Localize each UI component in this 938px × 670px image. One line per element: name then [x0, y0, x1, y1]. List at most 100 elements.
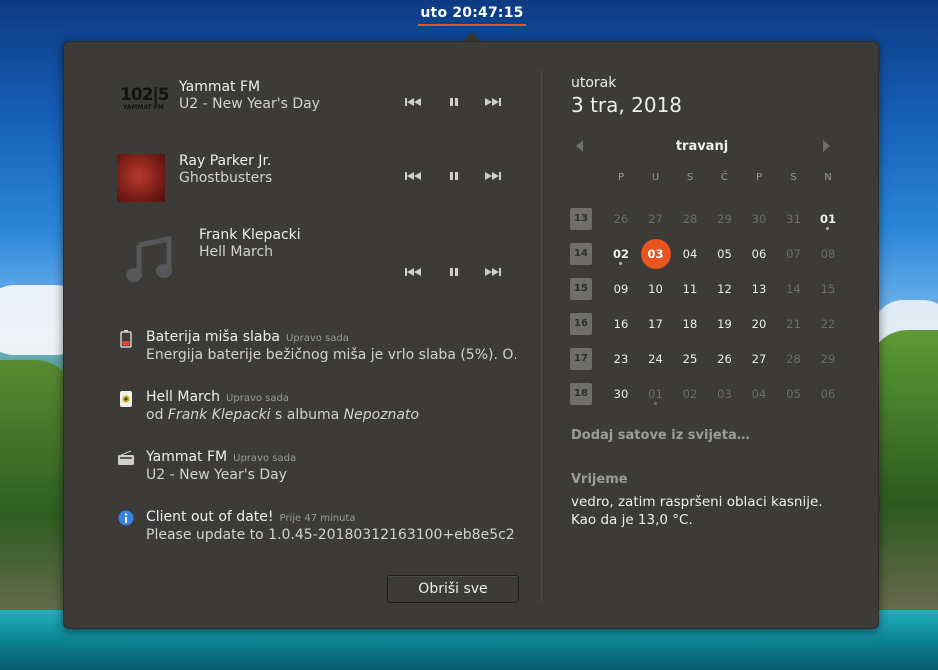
player-subtitle: Ghostbusters [179, 170, 273, 186]
calendar-day[interactable]: 09 [604, 272, 638, 306]
weekday-header: Č [721, 172, 728, 183]
calendar-day[interactable]: 28 [777, 342, 811, 376]
calendar-day[interactable]: 02 [604, 237, 638, 271]
calendar-day[interactable]: 04 [742, 377, 776, 411]
week-number[interactable]: 13 [570, 208, 592, 230]
calendar-day-number: 13 [751, 282, 767, 296]
notification-time: Upravo sada [226, 393, 289, 404]
pause-icon[interactable] [445, 95, 463, 109]
calendar-day[interactable]: 05 [777, 377, 811, 411]
week-number[interactable]: 17 [570, 348, 592, 370]
player-title: Yammat FM [179, 79, 261, 95]
next-track-icon[interactable] [484, 169, 502, 183]
calendar-day[interactable]: 27 [639, 202, 673, 236]
calendar-day-number: 06 [751, 247, 767, 261]
previous-track-icon[interactable] [404, 265, 422, 279]
calendar-day[interactable]: 11 [673, 272, 707, 306]
calendar-day[interactable]: 18 [673, 307, 707, 341]
calendar-day[interactable]: 29 [708, 202, 742, 236]
logo-number: 102|5 [120, 85, 170, 105]
notification-body: Please update to 1.0.45-20180312163100+e… [146, 527, 516, 543]
add-world-clocks-button[interactable]: Dodaj satove iz svijeta… [571, 428, 750, 443]
clock-button[interactable]: uto 20:47:15 [418, 5, 526, 25]
calendar-day[interactable]: 05 [708, 237, 742, 271]
media-player-ghostbusters[interactable]: Ray Parker Jr. Ghostbusters [114, 151, 514, 202]
player-controls [404, 95, 514, 111]
calendar-day-today[interactable]: 03 [640, 239, 671, 269]
calendar-day[interactable]: 03 [708, 377, 742, 411]
calendar-day-number: 08 [820, 247, 836, 261]
weekday-header: N [824, 172, 832, 183]
calendar-month-label: travanj [675, 139, 729, 154]
calendar-day-number: 30 [751, 212, 767, 226]
calendar-day[interactable]: 22 [811, 307, 845, 341]
calendar-day[interactable]: 15 [811, 272, 845, 306]
calendar-day[interactable]: 13 [742, 272, 776, 306]
calendar-day[interactable]: 26 [708, 342, 742, 376]
calendar-day[interactable]: 14 [777, 272, 811, 306]
calendar-day[interactable]: 08 [811, 237, 845, 271]
calendar-day[interactable]: 12 [708, 272, 742, 306]
week-number[interactable]: 15 [570, 278, 592, 300]
clear-all-button[interactable]: Obriši sve [387, 575, 519, 603]
next-track-icon[interactable] [484, 265, 502, 279]
calendar-day[interactable]: 27 [742, 342, 776, 376]
calendar-day-number: 29 [820, 352, 836, 366]
week-number[interactable]: 14 [570, 243, 592, 265]
week-number[interactable]: 18 [570, 383, 592, 405]
calendar-day-number: 02 [682, 387, 698, 401]
calendar-day[interactable]: 16 [604, 307, 638, 341]
calendar-day-number: 31 [786, 212, 801, 226]
pause-icon[interactable] [445, 265, 463, 279]
calendar-day[interactable]: 06 [811, 377, 845, 411]
calendar-day[interactable]: 06 [742, 237, 776, 271]
calendar-day[interactable]: 30 [604, 377, 638, 411]
calendar-day[interactable]: 19 [708, 307, 742, 341]
calendar-day[interactable]: 01 [639, 377, 673, 411]
notification-time: Prije 47 minuta [279, 513, 356, 524]
calendar-day[interactable]: 02 [673, 377, 707, 411]
date-label[interactable]: 3 tra, 2018 [571, 93, 682, 117]
notification-item[interactable]: Client out of date! Prije 47 minuta Pleas… [118, 509, 518, 550]
calendar-day[interactable]: 07 [777, 237, 811, 271]
date-menu-popover: 102|5 YAMMAT FM Yammat FM U2 - New Year'… [63, 41, 879, 629]
calendar-day[interactable]: 26 [604, 202, 638, 236]
calendar-day[interactable]: 31 [777, 202, 811, 236]
calendar-day[interactable]: 30 [742, 202, 776, 236]
media-player-hell-march[interactable]: Frank Klepacki Hell March [114, 225, 514, 282]
weekday-label[interactable]: utorak [571, 75, 616, 91]
calendar-day-number: 05 [786, 387, 801, 401]
next-track-icon[interactable] [484, 95, 502, 109]
calendar-day[interactable]: 01 [811, 202, 845, 236]
album-cover-image [117, 154, 165, 202]
calendar-day[interactable]: 23 [604, 342, 638, 376]
calendar-day[interactable]: 20 [742, 307, 776, 341]
notification-item[interactable]: Hell March Upravo sada od Frank Klepacki … [118, 389, 518, 430]
previous-track-icon[interactable] [404, 95, 422, 109]
calendar-day[interactable]: 17 [639, 307, 673, 341]
calendar-day[interactable]: 10 [639, 272, 673, 306]
media-player-yammat[interactable]: 102|5 YAMMAT FM Yammat FM U2 - New Year'… [114, 77, 514, 128]
calendar-day-number: 23 [613, 352, 629, 366]
column-divider [541, 70, 542, 602]
pause-icon[interactable] [445, 169, 463, 183]
calendar-day[interactable]: 25 [673, 342, 707, 376]
previous-month-icon[interactable] [575, 139, 585, 153]
calendar-day-number: 02 [612, 247, 629, 261]
calendar-day[interactable]: 29 [811, 342, 845, 376]
calendar-day[interactable]: 24 [639, 342, 673, 376]
notification-time: Upravo sada [285, 333, 349, 344]
calendar-day[interactable]: 04 [673, 237, 707, 271]
weather-forecast: vedro, zatim raspršeni oblaci kasnije. [571, 494, 823, 510]
event-indicator-dot [653, 402, 657, 405]
previous-track-icon[interactable] [404, 169, 422, 183]
calendar-day[interactable]: 21 [777, 307, 811, 341]
notification-item[interactable]: Baterija miša slaba Upravo sada Energija … [118, 329, 518, 370]
calendar-day[interactable]: 28 [673, 202, 707, 236]
calendar-day-number: 27 [648, 212, 663, 226]
week-number[interactable]: 16 [570, 313, 592, 335]
notification-item[interactable]: Yammat FM Upravo sada U2 - New Year's Day [118, 449, 518, 490]
calendar-day-number: 16 [613, 317, 629, 331]
top-bar: uto 20:47:15 [0, 0, 938, 28]
next-month-icon[interactable] [821, 139, 831, 153]
